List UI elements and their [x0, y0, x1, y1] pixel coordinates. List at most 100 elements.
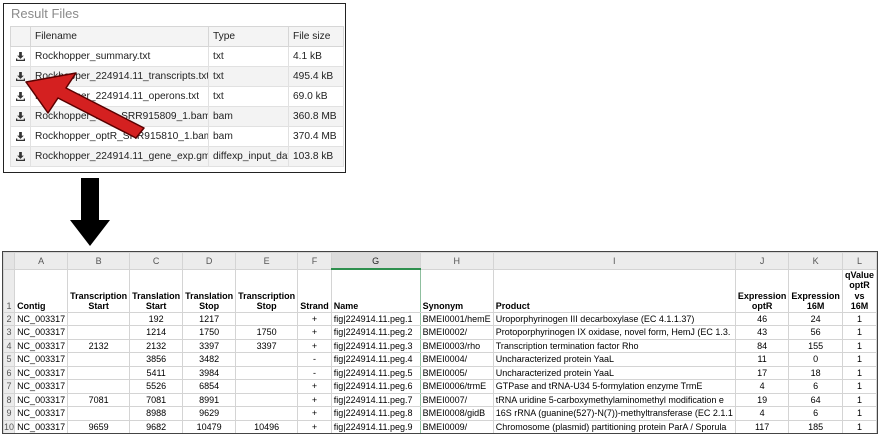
cell[interactable]: fig|224914.11.peg.8 — [330, 406, 421, 421]
cell[interactable]: BMEI0002/ — [419, 325, 494, 340]
cell[interactable]: fig|224914.11.peg.7 — [330, 392, 421, 407]
cell[interactable]: BMEI0006/trmE — [419, 379, 494, 394]
cell[interactable] — [67, 325, 131, 340]
row-number[interactable]: 1 — [3, 268, 16, 313]
cell[interactable]: + — [297, 325, 332, 340]
cell[interactable]: BMEI0001/hemE — [419, 311, 494, 326]
cell[interactable]: 5411 — [129, 365, 184, 380]
cell[interactable]: Chromosome (plasmid) partitioning protei… — [492, 419, 736, 433]
header-cell[interactable]: Name — [330, 268, 421, 313]
cell[interactable]: 56 — [788, 325, 843, 340]
cell[interactable]: 1214 — [129, 325, 184, 340]
cell[interactable]: 2132 — [67, 338, 131, 353]
cell[interactable] — [235, 379, 299, 394]
cell[interactable]: 6 — [788, 406, 843, 421]
cell[interactable]: 84 — [734, 338, 790, 353]
column-header-h[interactable]: H — [419, 252, 494, 270]
cell[interactable]: BMEI0004/ — [419, 352, 494, 367]
row-number[interactable]: 10 — [3, 419, 16, 433]
cell[interactable]: fig|224914.11.peg.5 — [330, 365, 421, 380]
header-cell[interactable]: Expression 16M — [788, 268, 843, 313]
row-number[interactable]: 8 — [3, 392, 16, 407]
header-cell[interactable]: qValue optR vs 16M — [841, 268, 877, 313]
cell[interactable]: 3984 — [182, 365, 237, 380]
cell[interactable]: NC_003317 — [14, 325, 69, 340]
cell[interactable]: fig|224914.11.peg.3 — [330, 338, 421, 353]
cell[interactable]: 18 — [788, 365, 843, 380]
row-number[interactable]: 3 — [3, 325, 16, 340]
cell[interactable]: 3856 — [129, 352, 184, 367]
cell[interactable]: 4 — [734, 379, 790, 394]
file-name[interactable]: Rockhopper_224914.11_gene_exp.gmx — [30, 146, 209, 167]
cell[interactable]: 10496 — [235, 419, 299, 433]
download-button[interactable] — [10, 146, 31, 167]
row-number[interactable]: 5 — [3, 352, 16, 367]
cell[interactable]: 1 — [841, 419, 877, 433]
cell[interactable]: 8988 — [129, 406, 184, 421]
cell[interactable]: BMEI0010/ — [420, 434, 493, 435]
cell[interactable]: BMEI0008/gidB — [419, 406, 494, 421]
cell[interactable] — [67, 406, 131, 421]
cell[interactable] — [235, 406, 299, 421]
select-all-corner[interactable] — [3, 252, 16, 270]
cell[interactable]: 155 — [788, 338, 843, 353]
cell[interactable]: 64 — [788, 392, 843, 407]
row-number[interactable]: 9 — [3, 406, 16, 421]
cell[interactable]: 4 — [734, 406, 790, 421]
column-header-d[interactable]: D — [182, 252, 237, 270]
cell[interactable] — [67, 352, 131, 367]
column-header-e[interactable]: E — [235, 252, 299, 270]
cell[interactable]: 3397 — [182, 338, 237, 353]
column-header-f[interactable]: F — [297, 252, 332, 270]
cell[interactable]: 192 — [129, 311, 184, 326]
cell[interactable]: 9659 — [67, 419, 131, 433]
cell[interactable]: fig|224914.11.peg.2 — [330, 325, 421, 340]
header-cell[interactable]: Strand — [297, 268, 332, 313]
cell[interactable] — [67, 365, 131, 380]
cell[interactable]: NC_003317 — [14, 419, 69, 433]
cell[interactable]: 1 — [841, 311, 877, 326]
cell[interactable]: NC_003317 — [14, 406, 69, 421]
column-header-type[interactable]: Type — [208, 26, 289, 47]
cell[interactable]: 1750 — [235, 325, 299, 340]
column-header-i[interactable]: I — [492, 252, 736, 270]
cell[interactable]: BMEI0005/ — [419, 365, 494, 380]
row-number[interactable]: 4 — [3, 338, 16, 353]
cell[interactable]: 89 — [789, 434, 843, 435]
cell[interactable]: 17 — [734, 365, 790, 380]
column-header-j[interactable]: J — [734, 252, 790, 270]
cell[interactable]: 11404 — [183, 434, 236, 435]
column-header-g[interactable]: G — [330, 252, 421, 270]
cell[interactable]: 7081 — [67, 392, 131, 407]
cell[interactable]: 9682 — [129, 419, 184, 433]
cell[interactable]: 185 — [788, 419, 843, 433]
cell[interactable]: 2132 — [129, 338, 184, 353]
cell[interactable]: Protoporphyrinogen IX oxidase, novel for… — [492, 325, 736, 340]
cell[interactable]: 8991 — [182, 392, 237, 407]
cell[interactable]: + — [297, 338, 332, 353]
cell[interactable]: 1 — [841, 379, 877, 394]
cell[interactable]: 6 — [788, 379, 843, 394]
cell[interactable]: fig|224914.11.peg.4 — [330, 352, 421, 367]
row-number[interactable]: 2 — [3, 311, 16, 326]
header-cell[interactable]: Contig — [14, 268, 69, 313]
cell[interactable]: 10523 — [68, 434, 130, 435]
cell[interactable]: NC_003317 — [14, 338, 69, 353]
cell[interactable]: Transcription termination factor Rho — [492, 338, 736, 353]
row-number[interactable]: 6 — [3, 365, 16, 380]
cell[interactable]: + — [298, 434, 332, 435]
column-header-b[interactable]: B — [67, 252, 131, 270]
cell[interactable]: NC_003317 — [14, 352, 69, 367]
cell[interactable]: Chromosome (plasmid) partitioning protei… — [493, 434, 735, 435]
column-header-a[interactable]: A — [14, 252, 69, 270]
cell[interactable] — [235, 311, 299, 326]
column-header-c[interactable]: C — [129, 252, 184, 270]
cell[interactable]: NC_003317 — [14, 365, 69, 380]
cell[interactable]: 61 — [735, 434, 789, 435]
cell[interactable]: 7081 — [129, 392, 184, 407]
header-cell[interactable]: Expression optR — [734, 268, 790, 313]
cell[interactable]: 9629 — [182, 406, 237, 421]
download-button[interactable] — [10, 46, 31, 67]
header-cell[interactable]: Transcription Start — [67, 268, 131, 313]
cell[interactable]: 1 — [841, 338, 877, 353]
